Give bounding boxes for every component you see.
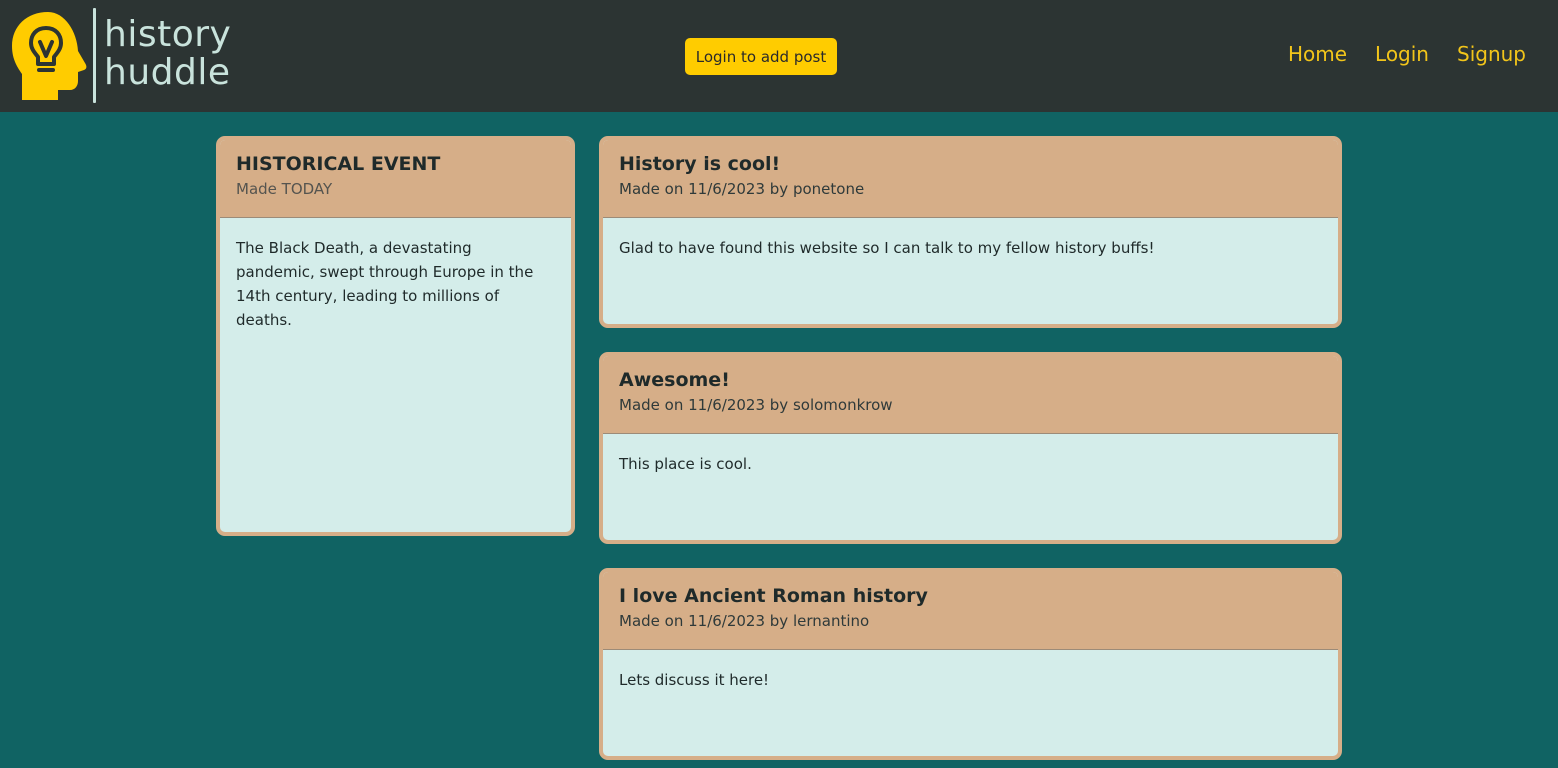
post-title: History is cool! — [619, 153, 781, 175]
login-to-add-post-button[interactable]: Login to add post — [685, 38, 837, 75]
post-meta: Made on 11/6/2023 by solomonkrow — [619, 396, 893, 414]
post-title: Awesome! — [619, 369, 730, 391]
post-body: This place is cool. — [619, 455, 752, 473]
card-subtitle: Made TODAY — [236, 180, 333, 198]
nav-links: Home Login Signup — [1288, 42, 1526, 66]
post-card[interactable]: History is cool! Made on 11/6/2023 by po… — [599, 136, 1342, 328]
nav-signup-link[interactable]: Signup — [1457, 42, 1526, 66]
post-title: I love Ancient Roman history — [619, 585, 928, 607]
card-header: I love Ancient Roman history Made on 11/… — [603, 572, 1338, 650]
historical-event-card: HISTORICAL EVENT Made TODAY The Black De… — [216, 136, 575, 536]
card-body: The Black Death, a devastating pandemic,… — [236, 239, 534, 329]
card-header: History is cool! Made on 11/6/2023 by po… — [603, 140, 1338, 218]
brand-name-line2: huddle — [104, 52, 231, 93]
nav-login-link[interactable]: Login — [1375, 42, 1429, 66]
card-header: Awesome! Made on 11/6/2023 by solomonkro… — [603, 356, 1338, 434]
brand-name-line1: history — [104, 14, 232, 55]
post-meta: Made on 11/6/2023 by ponetone — [619, 180, 865, 198]
lightbulb-head-icon — [12, 12, 87, 100]
card-header: HISTORICAL EVENT Made TODAY — [220, 140, 571, 218]
brand-name: history huddle — [104, 16, 231, 92]
card-title: HISTORICAL EVENT — [236, 153, 441, 175]
top-navbar: history huddle Login to add post Home Lo… — [0, 0, 1558, 112]
nav-home-link[interactable]: Home — [1288, 42, 1347, 66]
post-card[interactable]: Awesome! Made on 11/6/2023 by solomonkro… — [599, 352, 1342, 544]
post-body: Lets discuss it here! — [619, 671, 770, 689]
post-body: Glad to have found this website so I can… — [619, 239, 1155, 257]
logo-divider — [93, 8, 96, 103]
post-card[interactable]: I love Ancient Roman history Made on 11/… — [599, 568, 1342, 760]
post-meta: Made on 11/6/2023 by lernantino — [619, 612, 870, 630]
